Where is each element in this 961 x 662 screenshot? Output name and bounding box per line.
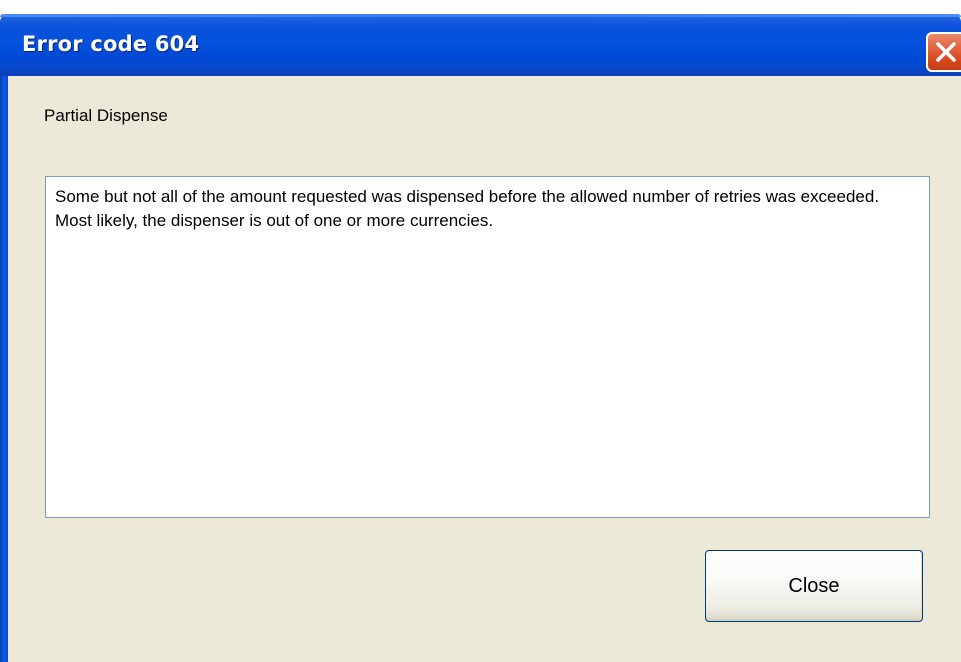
window-frame-left [0,76,8,662]
close-button[interactable]: Close [705,550,923,622]
close-x-icon [936,42,956,62]
dialog-title: Error code 604 [22,32,200,56]
close-button-label: Close [788,574,840,597]
error-subtitle: Partial Dispense [44,106,168,125]
window-close-button[interactable] [926,32,961,72]
error-message-text: Some but not all of the amount requested… [55,187,880,230]
title-bar[interactable]: Error code 604 [0,14,961,76]
title-bar-highlight [0,14,961,17]
error-dialog: Error code 604 Partial Dispense Some but… [0,0,961,662]
error-message-box[interactable]: Some but not all of the amount requested… [45,176,930,518]
dialog-body: Partial Dispense Some but not all of the… [8,76,961,662]
